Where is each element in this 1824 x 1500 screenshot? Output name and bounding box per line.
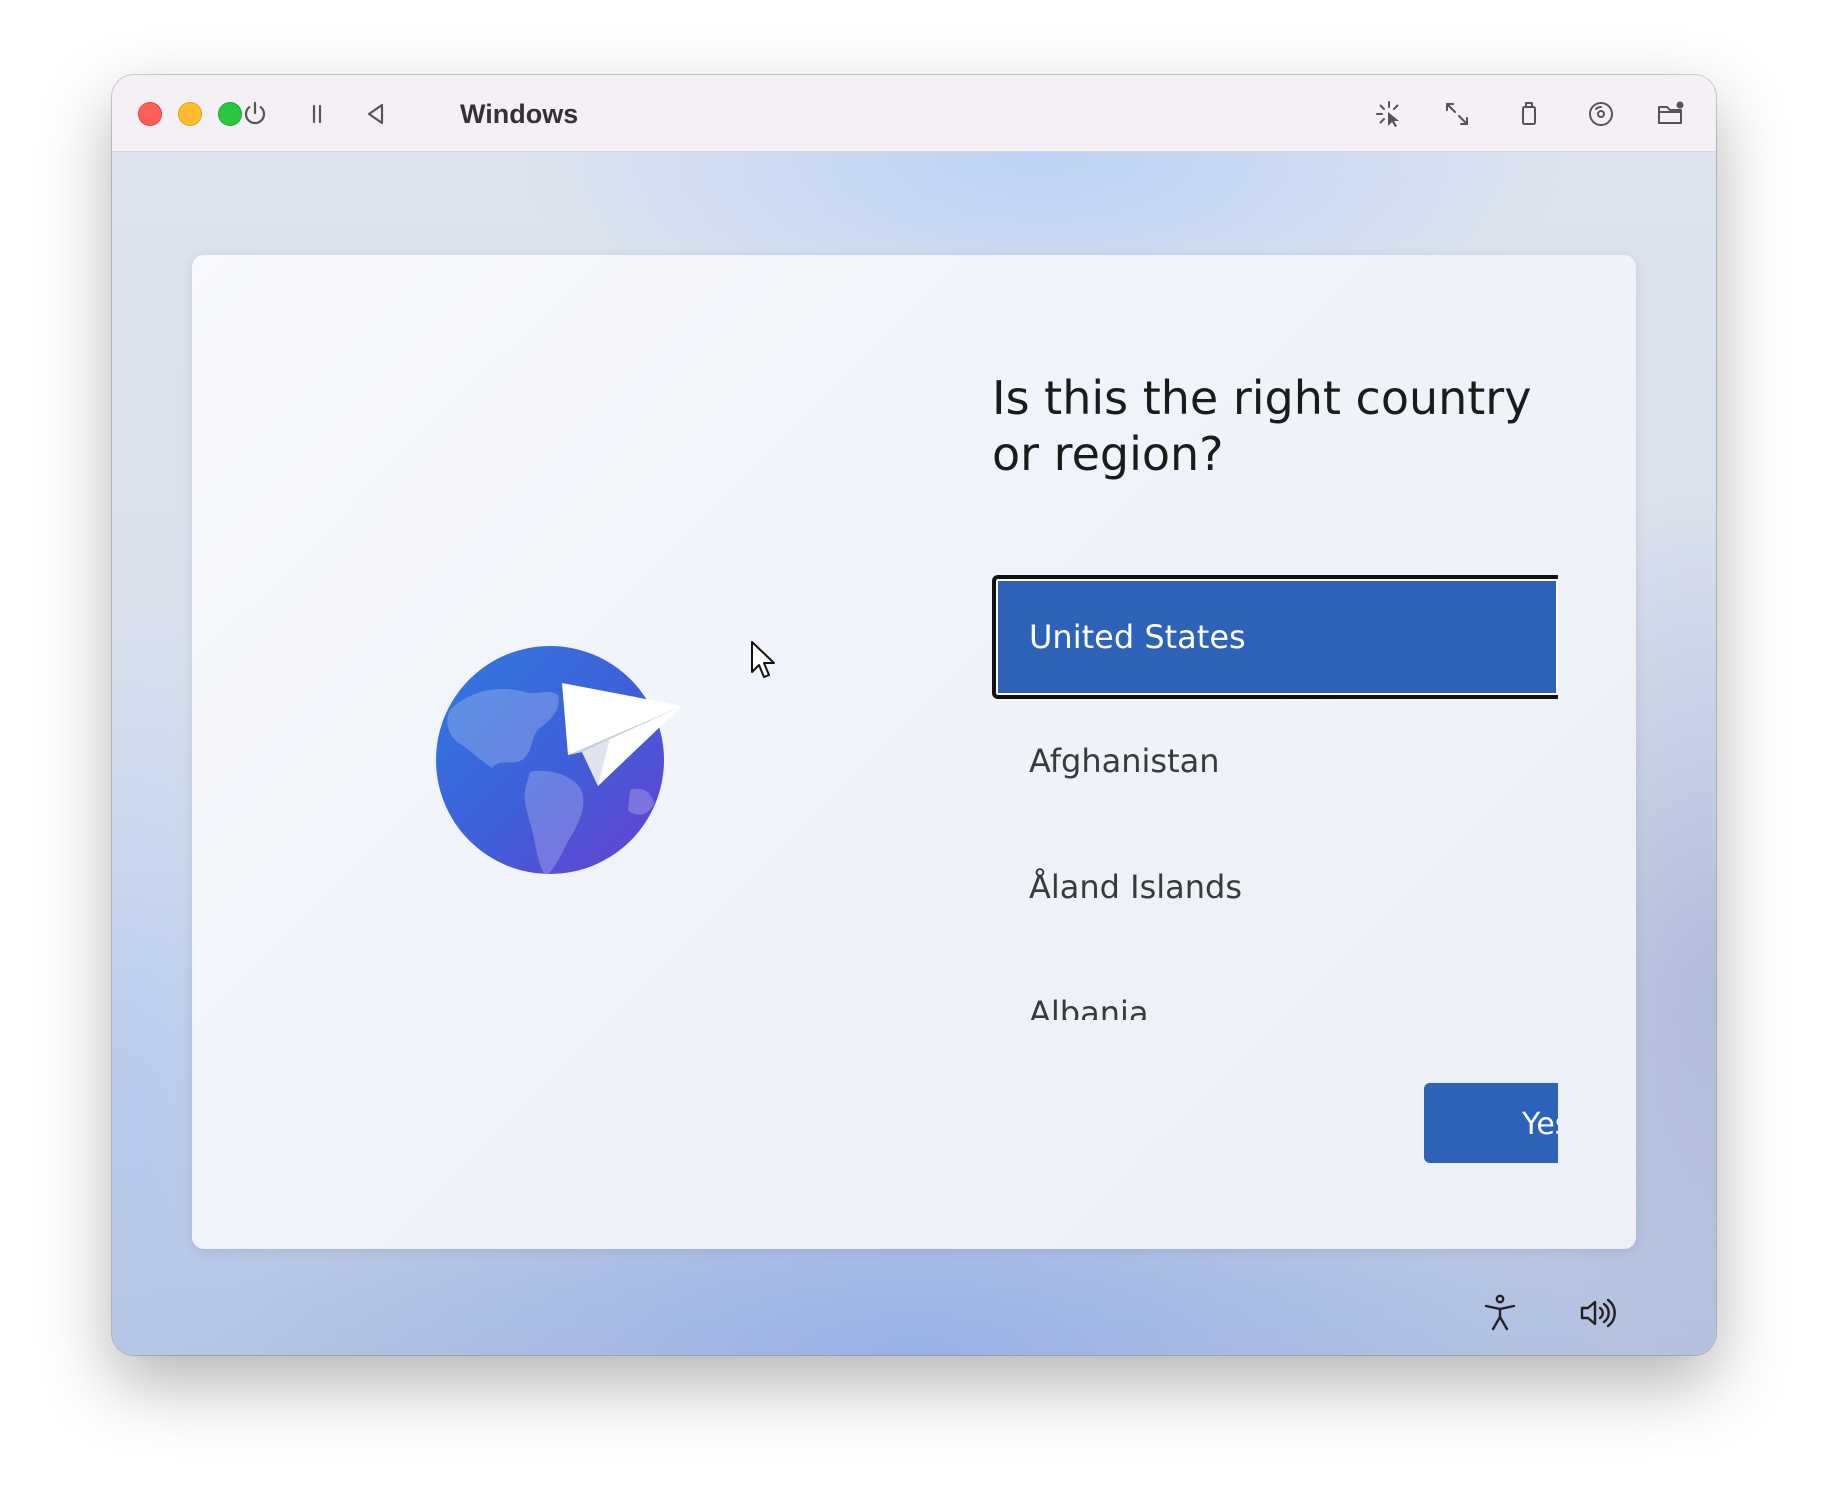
power-icon (244, 101, 266, 125)
vm-desktop: Is this the right country or region? Uni… (112, 152, 1716, 1355)
country-option-selected[interactable]: United States (992, 575, 1558, 699)
country-option[interactable]: Åland Islands (992, 825, 1558, 949)
back-icon (367, 103, 384, 125)
volume-icon (1580, 1298, 1616, 1328)
country-list[interactable]: United States Afghanistan Åland Islands … (992, 575, 1558, 1020)
mouse-pointer-icon (751, 641, 775, 678)
country-option[interactable]: Albania (992, 951, 1558, 1020)
shared-folder-icon (1658, 101, 1684, 124)
disc-button[interactable] (1582, 95, 1620, 133)
close-window-button[interactable] (138, 102, 162, 126)
pause-button[interactable] (298, 95, 336, 133)
title-bar: Windows (112, 75, 1716, 152)
pause-icon (312, 104, 322, 124)
usb-icon (1522, 102, 1536, 125)
back-button[interactable] (357, 95, 395, 133)
country-option[interactable]: Afghanistan (992, 699, 1558, 823)
capture-pointer-icon (1376, 101, 1399, 127)
resize-button[interactable] (1438, 95, 1476, 133)
window-title: Windows (460, 99, 579, 129)
shared-folder-button[interactable] (1652, 95, 1690, 133)
power-button[interactable] (236, 95, 274, 133)
volume-button[interactable] (1572, 1289, 1620, 1337)
accessibility-button[interactable] (1476, 1289, 1524, 1337)
setup-card: Is this the right country or region? Uni… (192, 255, 1636, 1249)
accessibility-icon (1484, 1294, 1516, 1331)
capture-pointer-button[interactable] (1370, 95, 1408, 133)
vm-window: Windows Is this the right country or reg… (112, 75, 1716, 1355)
disc-icon (1589, 102, 1613, 126)
page-title: Is this the right country or region? (992, 371, 1532, 481)
usb-button[interactable] (1510, 95, 1548, 133)
resize-icon (1446, 103, 1468, 125)
minimize-window-button[interactable] (178, 102, 202, 126)
globe-paper-plane-icon (436, 646, 682, 874)
yes-button-label: Yes (1522, 1107, 1558, 1142)
yes-button[interactable]: Yes (1424, 1083, 1558, 1163)
